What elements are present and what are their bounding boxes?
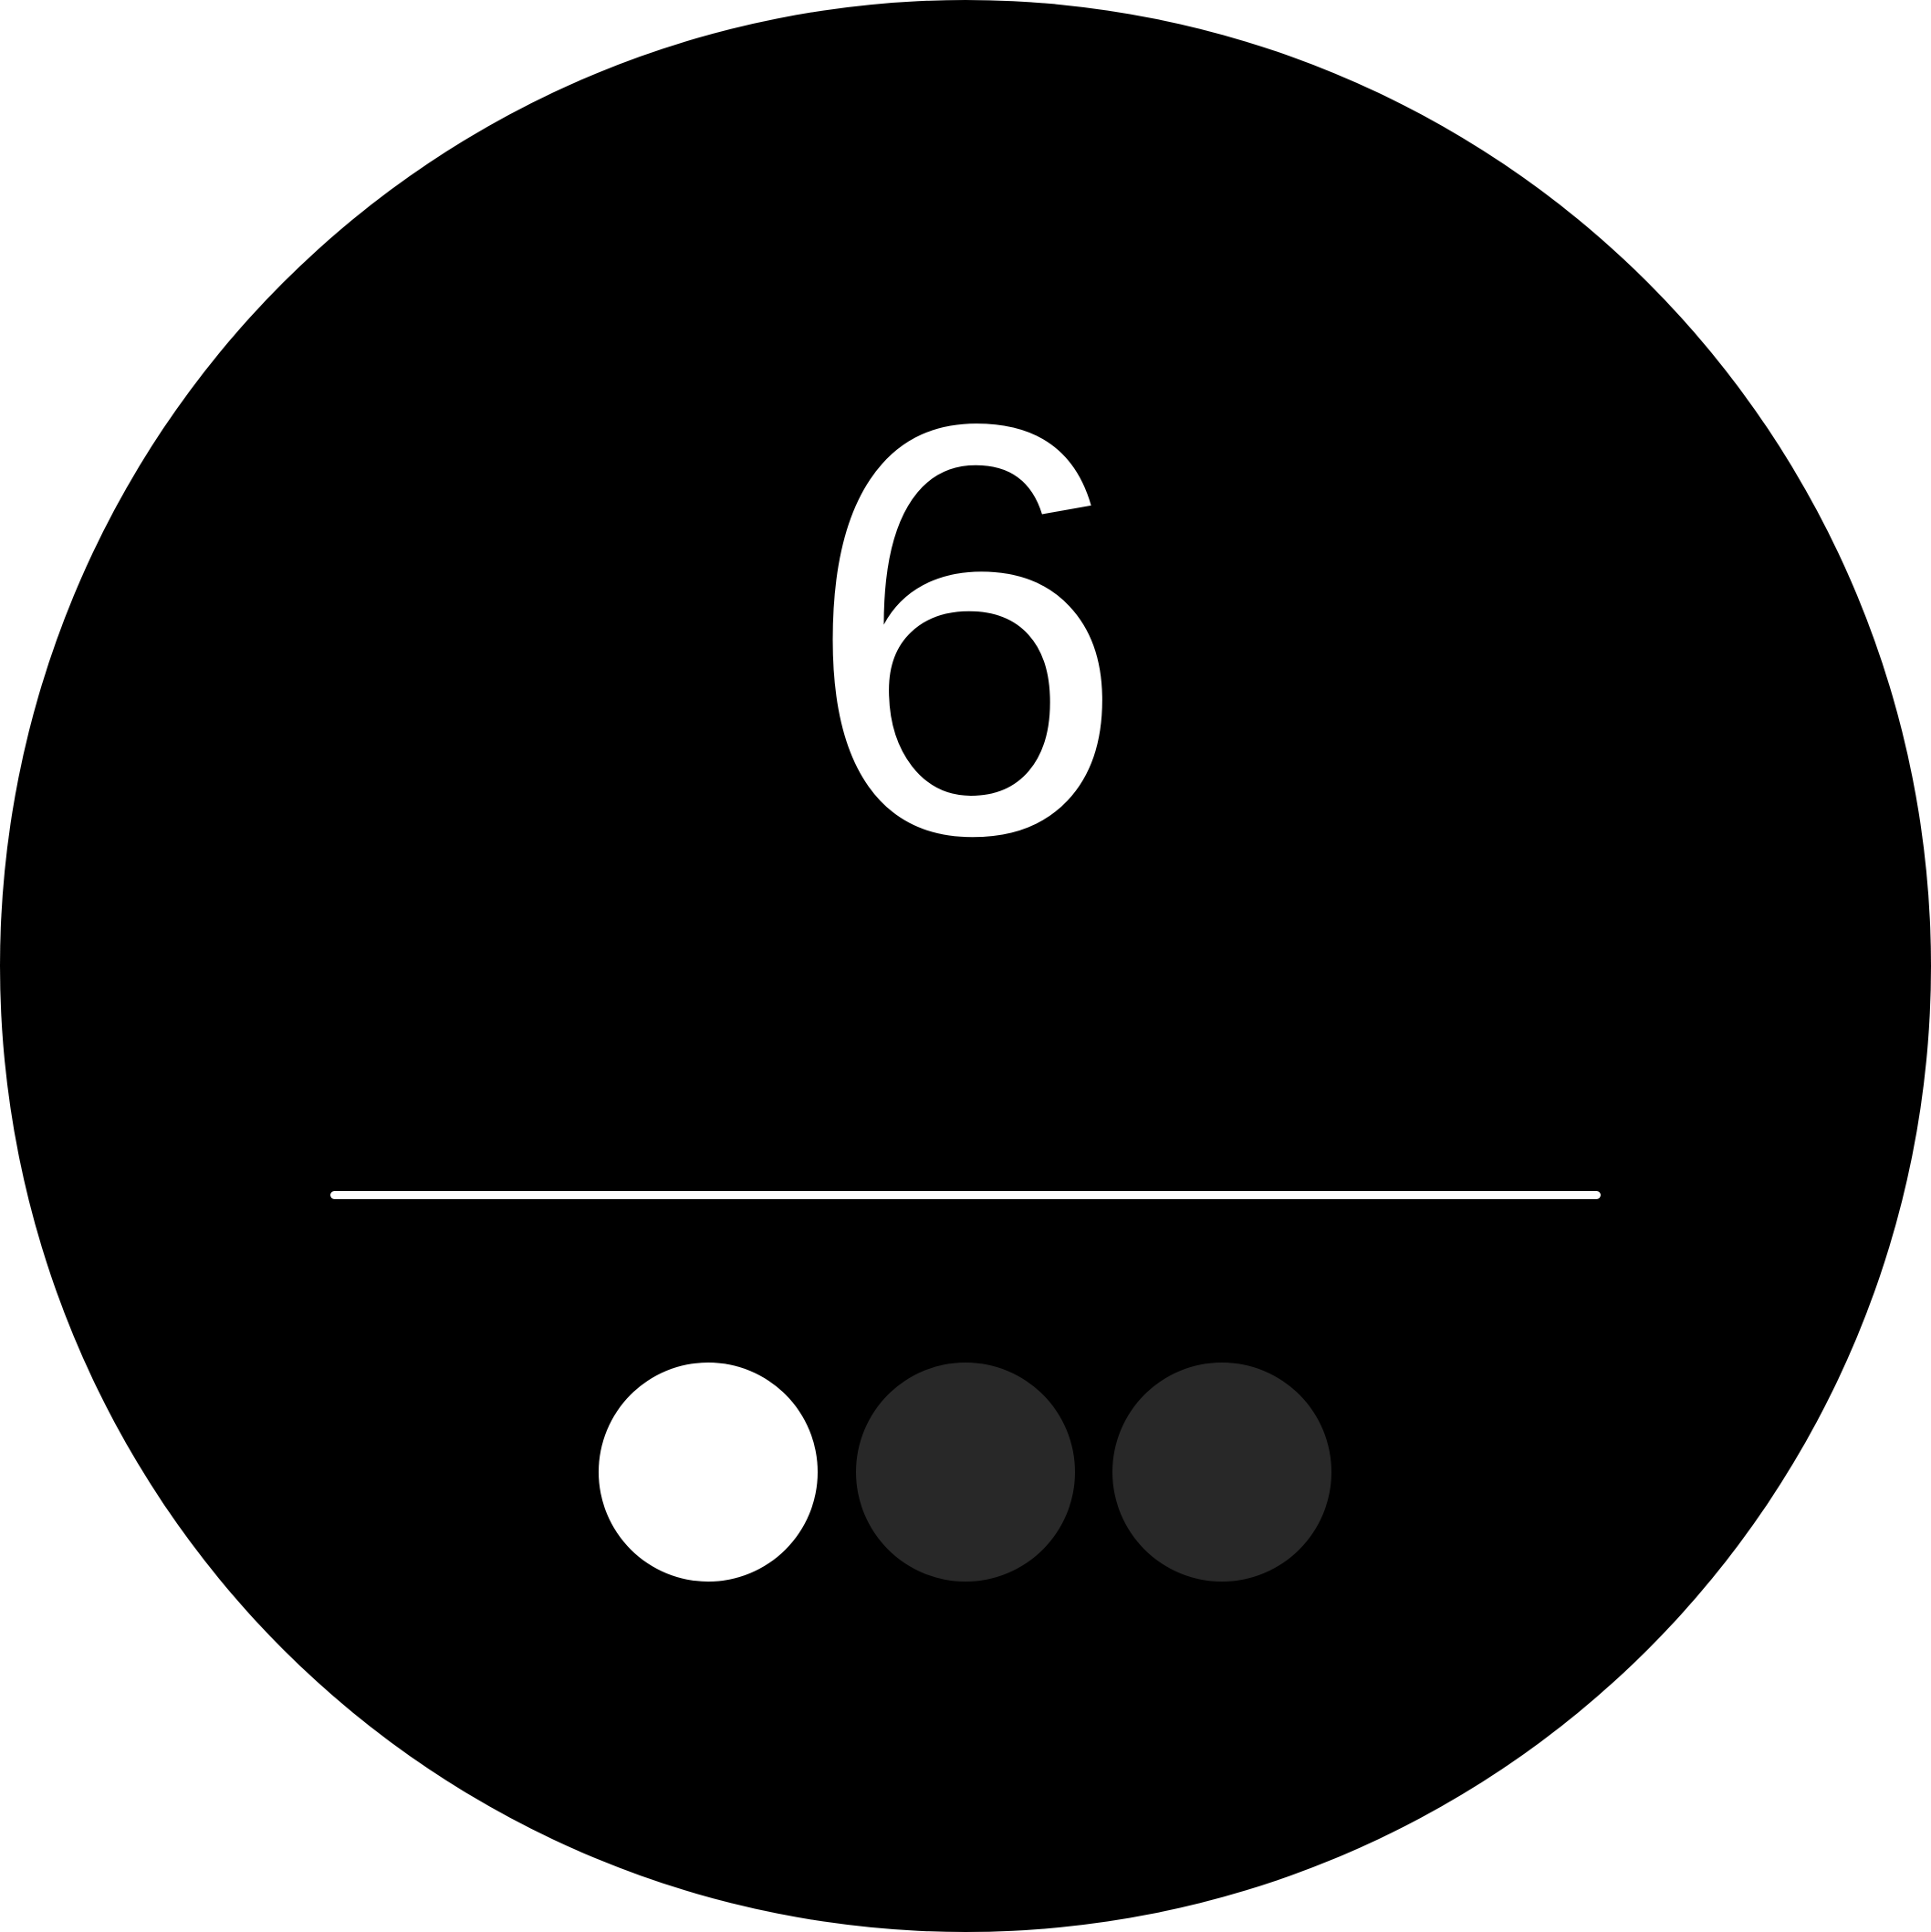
divider-line <box>330 1191 1601 1199</box>
number-label: 6 <box>803 303 1128 956</box>
circular-badge: 6 <box>0 0 1931 1932</box>
page-dot-2[interactable] <box>856 1363 1075 1582</box>
page-dot-3[interactable] <box>1112 1363 1331 1582</box>
page-indicator <box>0 1363 1931 1582</box>
page-dot-1[interactable] <box>599 1363 818 1582</box>
